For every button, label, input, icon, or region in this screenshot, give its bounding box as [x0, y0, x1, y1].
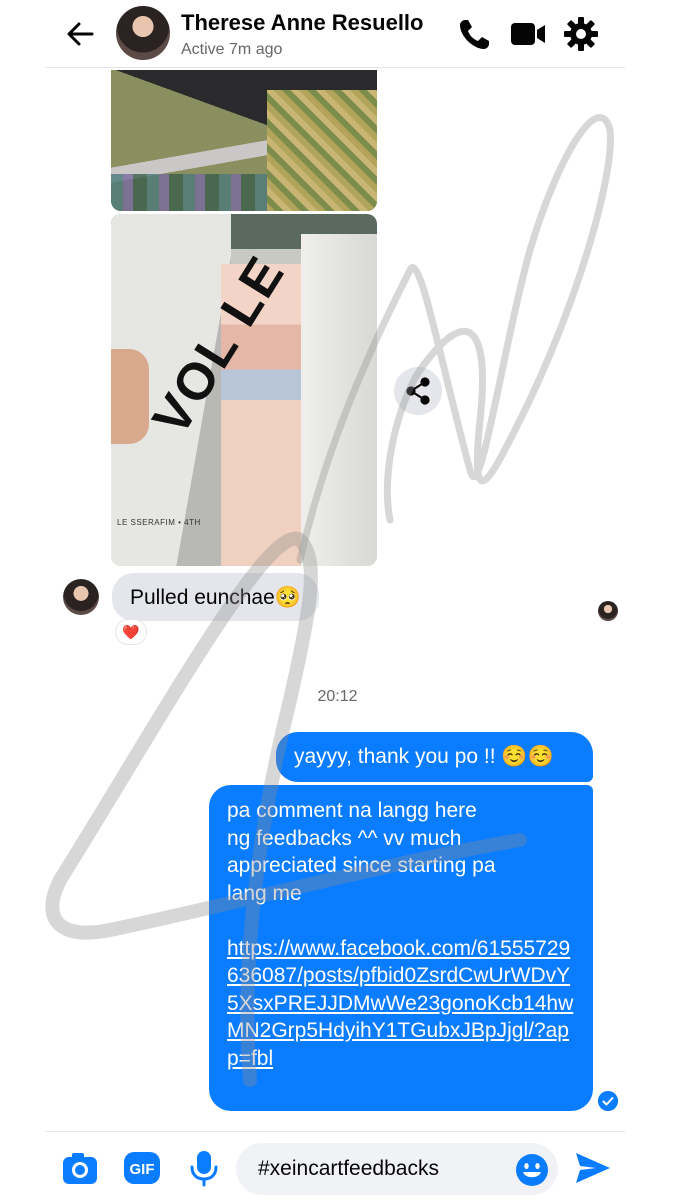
- phone-icon[interactable]: [455, 14, 495, 54]
- video-icon[interactable]: [508, 14, 548, 54]
- photo-attachment[interactable]: [111, 70, 377, 211]
- conversation-header: Therese Anne Resuello Active 7m ago: [0, 0, 675, 68]
- photo-detail: [267, 90, 377, 211]
- incoming-message[interactable]: Pulled eunchae🥺: [112, 573, 319, 621]
- microphone-icon[interactable]: [184, 1148, 224, 1188]
- emoji-icon[interactable]: [514, 1152, 550, 1188]
- album-caption: LE SSERAFIM • 4TH: [117, 518, 201, 527]
- outgoing-message-text: pa comment na langg here ng feedbacks ^^…: [227, 799, 496, 905]
- contact-name[interactable]: Therese Anne Resuello: [181, 10, 423, 36]
- hand: [111, 349, 149, 444]
- contact-avatar-small[interactable]: [63, 579, 99, 615]
- header-divider: [45, 67, 625, 68]
- gif-label: GIF: [130, 1161, 155, 1178]
- back-arrow-icon[interactable]: [62, 16, 98, 52]
- sent-check-icon: [598, 1091, 618, 1111]
- heart-reaction[interactable]: ❤️: [115, 619, 147, 645]
- seen-indicator-avatar: [598, 601, 618, 621]
- outgoing-message[interactable]: pa comment na langg here ng feedbacks ^^…: [209, 785, 593, 1111]
- camera-icon[interactable]: [60, 1148, 100, 1188]
- share-icon[interactable]: [394, 367, 442, 415]
- album-page: [301, 234, 377, 566]
- contact-avatar[interactable]: [116, 6, 170, 60]
- feedback-link[interactable]: https://www.facebook.com/61555729636087/…: [227, 935, 575, 1073]
- gear-icon[interactable]: [561, 14, 601, 54]
- send-icon[interactable]: [572, 1148, 614, 1188]
- composer-divider: [45, 1131, 625, 1132]
- outgoing-message[interactable]: yayyy, thank you po !! ☺️☺️: [276, 732, 593, 782]
- message-input[interactable]: [236, 1143, 558, 1195]
- message-timestamp: 20:12: [317, 688, 358, 705]
- photo-attachment[interactable]: VOL LE LE SSERAFIM • 4TH: [111, 214, 377, 566]
- active-status: Active 7m ago: [181, 41, 283, 58]
- gif-icon[interactable]: GIF: [122, 1148, 162, 1188]
